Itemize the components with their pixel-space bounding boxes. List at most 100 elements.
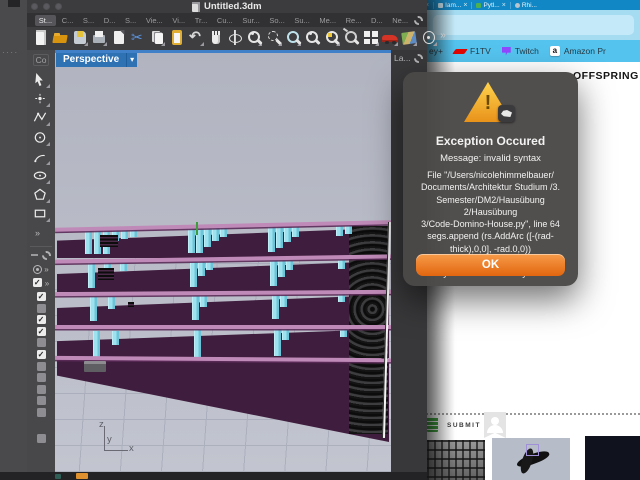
chevron-more-icon[interactable]: » [45,279,49,288]
tab-close-icon[interactable]: × [502,2,506,9]
toolbar-tab-9[interactable]: Sur... [239,15,264,26]
open-folder-icon[interactable] [52,29,68,46]
tool-polyline-icon[interactable] [32,110,50,126]
drag-handle[interactable]: ···· [2,48,19,57]
toolbar-tab-10[interactable]: So... [266,15,289,26]
tool-rectangle-icon[interactable] [32,206,50,222]
ok-button[interactable]: OK [416,254,565,276]
tool-pointer-icon[interactable] [32,72,50,88]
cut-scissors-icon[interactable] [130,29,146,46]
zoom-window-button[interactable] [55,3,62,10]
new-document-icon[interactable] [33,29,49,46]
bookmark-f1tv[interactable]: F1TV [454,46,491,56]
toolbar-tab-3[interactable]: D... [100,15,119,26]
viewport-layout-icon[interactable] [363,29,379,46]
column-geometry [345,226,352,234]
layer-checkbox-5[interactable]: ✓ [37,350,46,359]
toolbar-tab-4[interactable]: S... [121,15,140,26]
layer-checkbox-8[interactable] [37,385,46,394]
viewport-title-dropdown[interactable]: Perspective [56,53,137,67]
column-geometry [274,329,281,356]
tool-point-icon[interactable] [32,91,50,107]
toolbar-tab-8[interactable]: Cu... [213,15,236,26]
toolbar-tab-6[interactable]: Vi... [169,15,189,26]
column-geometry [212,228,219,241]
zoom-previous-icon[interactable] [343,29,359,46]
checkbox[interactable]: ✓ [33,278,42,287]
bookmark-amazon-pr[interactable]: aAmazon Pr [550,46,606,56]
palette-overflow-chevron[interactable]: » [33,228,40,238]
toolbar-tab-5[interactable]: Vie... [142,15,167,26]
zoom-window-icon[interactable] [266,29,282,46]
column-geometry [108,297,115,309]
close-window-button[interactable] [31,3,38,10]
pan-hand-icon[interactable] [208,29,224,46]
chevron-more-icon[interactable]: » [44,265,48,274]
print-icon[interactable] [91,29,107,46]
layer-checkbox-4[interactable] [37,338,46,347]
toolbar-tab-1[interactable]: C... [58,15,77,26]
gallery-thumbnail-artwork[interactable] [585,436,640,480]
browser-tab-0[interactable]: Iam...× [438,2,467,9]
zoom-extents-icon[interactable] [324,29,340,46]
collapse-dash [31,254,38,256]
user-avatar-ribbon[interactable] [484,412,506,438]
layer-checkbox-9[interactable] [37,396,46,405]
column-geometry [292,227,299,237]
layer-checkbox-7[interactable] [37,373,46,382]
gear-icon[interactable] [42,251,51,260]
layer-checkbox-6[interactable] [37,362,46,371]
minimize-window-button[interactable] [43,3,50,10]
tool-polygon-icon[interactable] [32,187,50,203]
tool-circle-icon[interactable] [32,130,50,146]
gallery-thumbnail-building[interactable] [427,440,485,480]
map-icon[interactable] [401,29,417,46]
layer-checkbox-10[interactable] [37,408,46,417]
site-logo-icon[interactable] [427,417,438,432]
toolbar-tab-14[interactable]: D... [367,15,386,26]
zoom-lens-icon[interactable] [304,29,320,46]
tab-divider [510,2,511,9]
perspective-viewport[interactable]: z y x Perspective [55,50,391,472]
tool-ellipse-icon[interactable] [32,168,50,184]
layer-checkbox-0[interactable]: ✓ [37,292,46,301]
zoom-dynamic-icon[interactable] [246,29,262,46]
toolbar-tab-11[interactable]: Su... [291,15,314,26]
layer-checkbox-11[interactable] [37,434,46,443]
toolbar-tab-12[interactable]: Me... [316,15,340,26]
gallery-thumbnail-ink-bird[interactable] [492,438,570,480]
column-geometry [194,330,201,357]
toolbar-tab-13[interactable]: Re... [342,15,365,26]
import-note-icon[interactable] [111,29,127,46]
bookmark-twitch[interactable]: Twitch [502,46,539,56]
undo-icon[interactable] [188,29,204,46]
circle-arrow-icon[interactable] [421,29,437,46]
layer-checkbox-3[interactable]: ✓ [37,327,46,336]
copy-icon[interactable] [149,29,165,46]
layer-checkbox-1[interactable] [37,304,46,313]
zoom-selected-icon[interactable] [285,29,301,46]
paste-icon[interactable] [169,29,185,46]
viewport-name[interactable]: Perspective [56,53,126,67]
chevron-down-icon[interactable] [126,53,137,67]
toolbar-tab-0[interactable]: St... [35,15,56,26]
rotate-view-icon[interactable] [227,29,243,46]
tab-close-icon[interactable]: × [463,2,467,9]
submit-link[interactable]: SUBMIT [447,422,481,429]
column-geometry [130,229,137,237]
save-icon[interactable] [72,29,88,46]
bookmark-ey-[interactable]: ey+ [429,46,443,56]
browser-tab-1[interactable]: Pytl...× [476,2,505,9]
more-chevron-icon[interactable] [440,29,450,46]
car-icon[interactable] [382,29,398,46]
gear-icon[interactable] [414,54,423,63]
toolbar-tab-2[interactable]: S... [79,15,98,26]
layer-checkbox-2[interactable]: ✓ [37,315,46,324]
toolbar-tab-7[interactable]: Tr... [191,15,211,26]
record-icon[interactable] [33,265,42,274]
address-bar[interactable] [433,15,634,35]
tool-arc-icon[interactable] [32,149,50,165]
gear-icon[interactable] [414,16,423,25]
toolbar-tab-15[interactable]: Ne... [388,15,411,26]
browser-tab-2[interactable]: Rhi... [515,2,537,9]
